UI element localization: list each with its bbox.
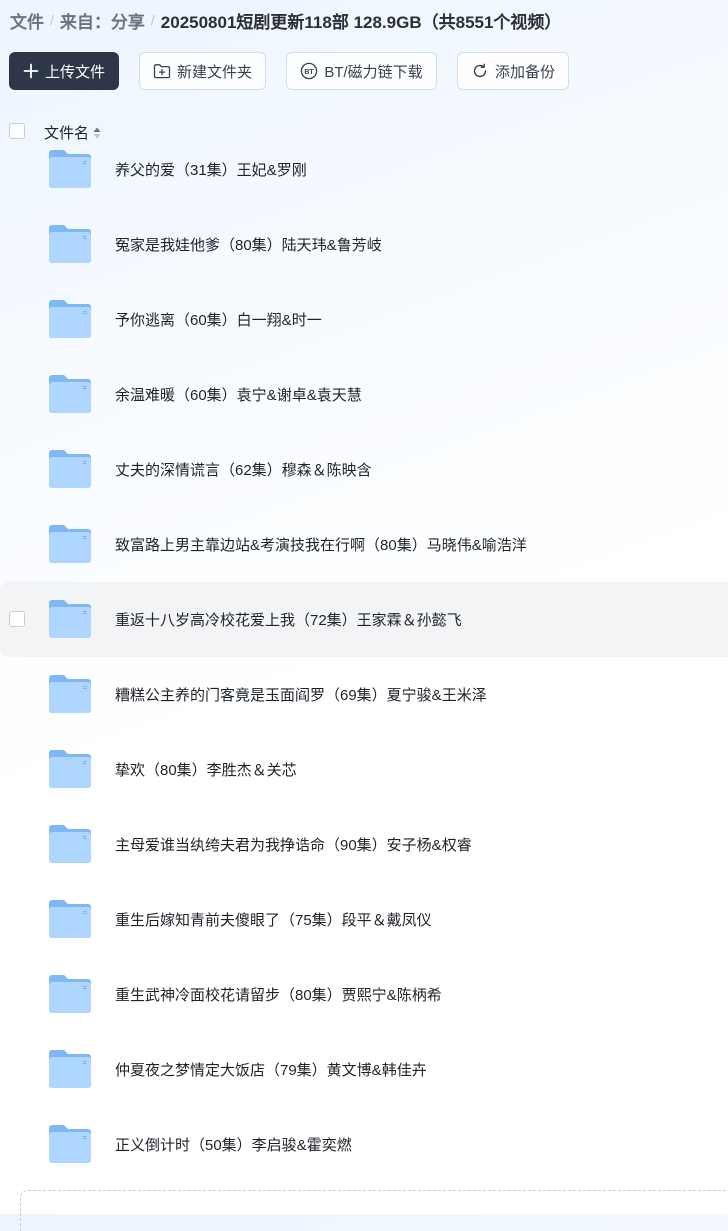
upload-button-label: 上传文件 (44, 63, 105, 81)
file-name: 丈夫的深情谎言（62集）穆森＆陈映含 (115, 462, 372, 479)
file-name: 挚欢（80集）李胜杰＆关芯 (115, 762, 297, 779)
breadcrumb-separator: / (150, 12, 155, 28)
add-backup-button-label: 添加备份 (494, 63, 555, 81)
plus-icon (23, 63, 39, 79)
bt-download-button-label: BT/磁力链下载 (324, 63, 423, 81)
folder-icon (49, 375, 91, 413)
add-backup-button[interactable]: 添加备份 (457, 52, 569, 90)
file-row[interactable]: 仲夏夜之梦情定大饭店（79集）黄文博&韩佳卉 (0, 1032, 728, 1107)
toolbar: 上传文件 新建文件夹 BT BT/磁力链下载 添加备份 (9, 52, 569, 90)
bt-download-button[interactable]: BT BT/磁力链下载 (286, 52, 437, 90)
file-name: 正义倒计时（50集）李启骏&霍奕燃 (115, 1137, 352, 1154)
file-name: 重生武神冷面校花请留步（80集）贾熙宁&陈柄希 (115, 987, 442, 1004)
svg-text:BT: BT (305, 69, 315, 76)
sync-icon (471, 62, 489, 80)
file-name: 主母爱谁当纨绔夫君为我挣诰命（90集）安子杨&权睿 (115, 837, 472, 854)
breadcrumb-separator: / (50, 12, 54, 28)
upload-button[interactable]: 上传文件 (9, 52, 119, 90)
new-folder-button-label: 新建文件夹 (176, 63, 252, 81)
folder-icon (49, 1050, 91, 1088)
file-name: 予你逃离（60集）白一翔&时一 (115, 312, 322, 329)
breadcrumb-current: 20250801短剧更新118部 128.9GB（共8551个视频） (160, 12, 562, 32)
file-row[interactable]: 致富路上男主靠边站&考演技我在行啊（80集）马晓伟&喻浩洋 (0, 507, 728, 582)
folder-icon (49, 675, 91, 713)
file-name: 余温难暖（60集）袁宁&谢卓&袁天慧 (115, 387, 362, 404)
file-row[interactable]: 主母爱谁当纨绔夫君为我挣诰命（90集）安子杨&权睿 (0, 807, 728, 882)
file-row[interactable]: 重返十八岁高冷校花爱上我（72集）王家霖＆孙懿飞 (0, 582, 728, 657)
upload-drop-zone[interactable] (20, 1190, 728, 1231)
file-row[interactable]: 正义倒计时（50集）李启骏&霍奕燃 (0, 1107, 728, 1182)
file-name: 仲夏夜之梦情定大饭店（79集）黄文博&韩佳卉 (115, 1062, 427, 1079)
folder-icon (49, 600, 91, 638)
breadcrumb-parent[interactable]: 来自：分享 (60, 8, 145, 33)
folder-icon (49, 525, 91, 563)
breadcrumb-root[interactable]: 文件 (10, 8, 44, 33)
file-name: 致富路上男主靠边站&考演技我在行啊（80集）马晓伟&喻浩洋 (115, 537, 527, 554)
new-folder-button[interactable]: 新建文件夹 (139, 52, 266, 90)
file-row[interactable]: 丈夫的深情谎言（62集）穆森＆陈映含 (0, 432, 728, 507)
file-name: 冤家是我娃他爹（80集）陆天玮&鲁芳岐 (115, 237, 382, 254)
file-row[interactable]: 予你逃离（60集）白一翔&时一 (0, 282, 728, 357)
folder-icon (49, 900, 91, 938)
folder-icon (49, 975, 91, 1013)
folder-icon (49, 1125, 91, 1163)
file-row[interactable]: 余温难暖（60集）袁宁&谢卓&袁天慧 (0, 357, 728, 432)
file-name: 糟糕公主养的门客竟是玉面阎罗（69集）夏宁骏&王米泽 (115, 687, 487, 704)
file-list: 养父的爱（31集）王妃&罗刚 冤家是我娃他爹（80集）陆天玮&鲁芳岐 予你逃离（… (0, 132, 728, 1182)
file-name: 养父的爱（31集）王妃&罗刚 (115, 162, 307, 179)
file-row[interactable]: 重生后嫁知青前夫傻眼了（75集）段平＆戴凤仪 (0, 882, 728, 957)
file-row[interactable]: 重生武神冷面校花请留步（80集）贾熙宁&陈柄希 (0, 957, 728, 1032)
file-name: 重生后嫁知青前夫傻眼了（75集）段平＆戴凤仪 (115, 912, 432, 929)
folder-icon (49, 825, 91, 863)
folder-icon (49, 750, 91, 788)
file-row[interactable]: 挚欢（80集）李胜杰＆关芯 (0, 732, 728, 807)
folder-icon (49, 225, 91, 263)
folder-icon (49, 450, 91, 488)
folder-icon (49, 300, 91, 338)
bt-icon: BT (300, 62, 318, 80)
file-row[interactable]: 冤家是我娃他爹（80集）陆天玮&鲁芳岐 (0, 207, 728, 282)
folder-icon (49, 150, 91, 188)
file-name: 重返十八岁高冷校花爱上我（72集）王家霖＆孙懿飞 (115, 612, 462, 629)
folder-plus-icon (153, 63, 171, 79)
file-row[interactable]: 糟糕公主养的门客竟是玉面阎罗（69集）夏宁骏&王米泽 (0, 657, 728, 732)
file-row[interactable]: 养父的爱（31集）王妃&罗刚 (0, 132, 728, 207)
breadcrumb: 文件 / 来自：分享 / 20250801短剧更新118部 128.9GB（共8… (10, 8, 561, 32)
row-checkbox[interactable] (9, 611, 25, 627)
